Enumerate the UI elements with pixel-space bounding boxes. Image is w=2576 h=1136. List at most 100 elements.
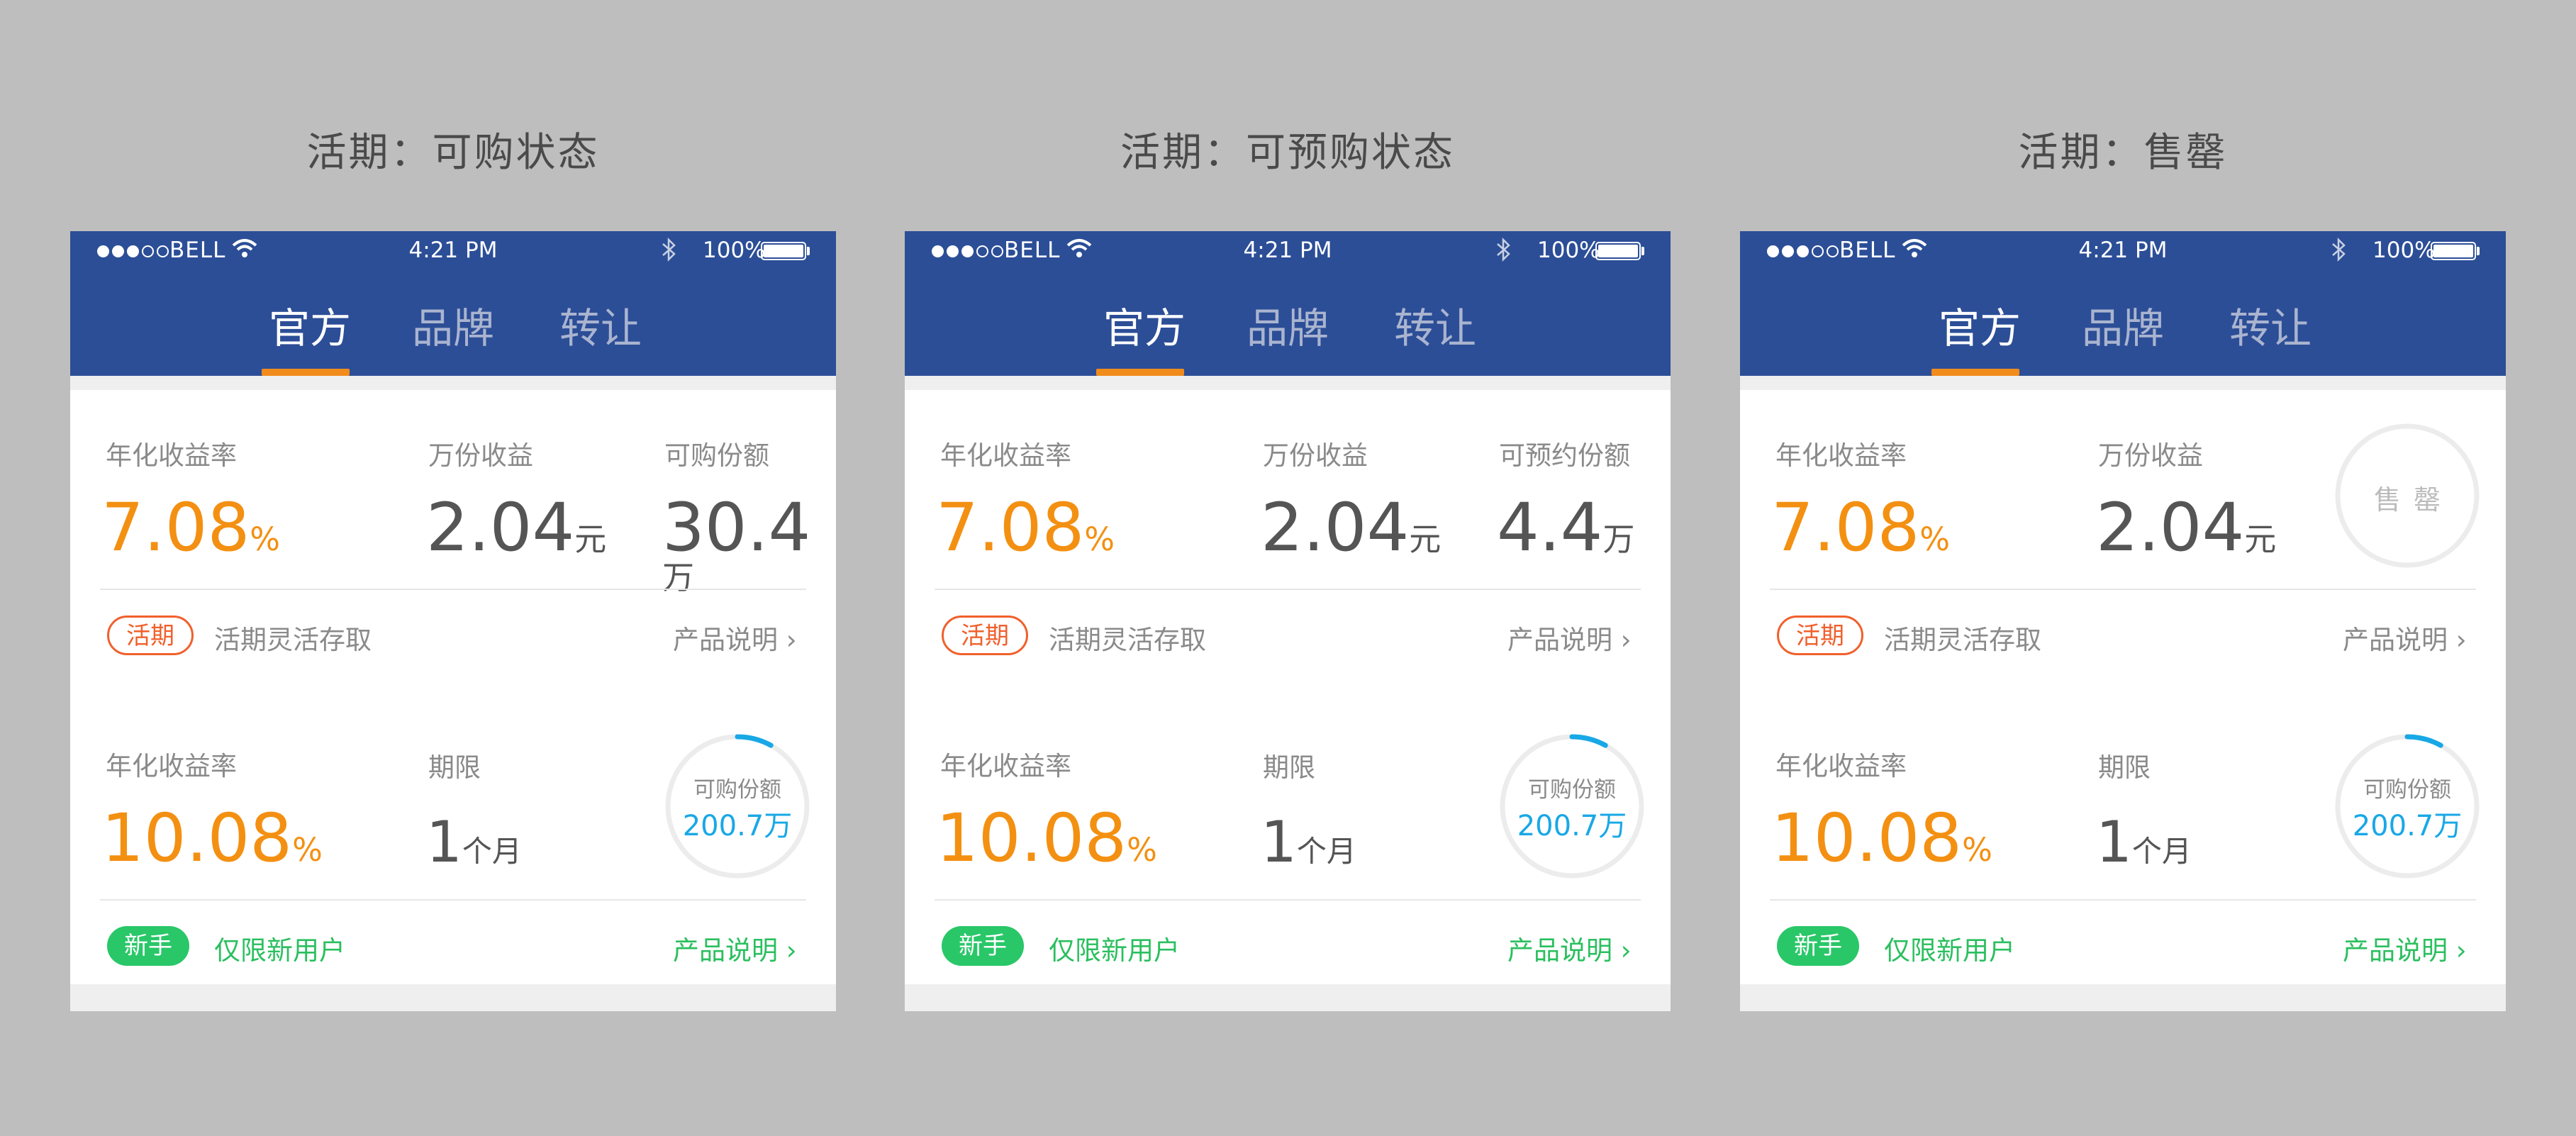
quota-label: 可购份额: [664, 440, 769, 471]
income-label: 万份收益: [1263, 440, 1368, 471]
tab-official[interactable]: 官方: [1939, 295, 2021, 355]
rate-value: 10.08%: [1771, 800, 1992, 877]
income-label: 万份收益: [428, 440, 533, 471]
rate-value: 7.08%: [101, 489, 281, 567]
active-tab-indicator: [1096, 369, 1184, 376]
tag-current: 活期: [942, 616, 1028, 655]
product-card-current[interactable]: 年化收益率 7.08% 万份收益 2.04元 可预约份额 4.4万 活期 活期灵…: [905, 390, 1671, 703]
tab-transfer[interactable]: 转让: [1394, 295, 1476, 355]
card-divider: [100, 899, 806, 901]
product-info-link[interactable]: 产品说明 ›: [1507, 929, 1632, 967]
rate-label: 年化收益率: [1775, 440, 1907, 471]
chevron-right-icon: ›: [786, 935, 797, 966]
rate-label: 年化收益率: [106, 440, 237, 471]
quota-label: 可预约份额: [1499, 440, 1630, 471]
product-info-link[interactable]: 产品说明 ›: [673, 618, 797, 657]
status-bar: BELL 4:21 PM 100%: [70, 231, 836, 271]
phone-screen: BELL 4:21 PM 100% 官方 品牌 转让 年化收益率 7.08% 万…: [1740, 231, 2506, 1011]
rate-value: 7.08%: [936, 489, 1115, 567]
product-card-newbie[interactable]: 年化收益率 10.08% 期限 1个月 可购份额 200.7万 新手 仅限新用户…: [70, 702, 836, 984]
product-card-newbie[interactable]: 年化收益率 10.08% 期限 1个月 可购份额 200.7万 新手 仅限新用户…: [905, 702, 1671, 984]
active-tab-indicator: [1931, 369, 2019, 376]
app-header: BELL 4:21 PM 100% 官方 品牌 转让: [70, 231, 836, 376]
term-label: 期限: [2098, 752, 2151, 783]
battery-percent: 100%: [703, 238, 766, 263]
chevron-right-icon: ›: [1620, 935, 1632, 966]
rate-label: 年化收益率: [1775, 751, 1907, 781]
ring-value: 200.7万: [1517, 810, 1627, 842]
quota-value: 30.4万: [662, 489, 811, 596]
tag-description: 仅限新用户: [1884, 935, 2015, 966]
income-value: 2.04元: [1261, 489, 1442, 567]
product-info-link[interactable]: 产品说明 ›: [2343, 929, 2467, 967]
ring-value: 200.7万: [2352, 810, 2463, 842]
tab-transfer[interactable]: 转让: [559, 295, 642, 355]
card-divider: [1770, 899, 2476, 901]
product-info-link[interactable]: 产品说明 ›: [1507, 618, 1632, 657]
tab-official[interactable]: 官方: [1103, 295, 1186, 355]
product-info-link[interactable]: 产品说明 ›: [673, 929, 797, 967]
phone-screen: BELL 4:21 PM 100% 官方 品牌 转让 年化收益率 7.08% 万…: [905, 231, 1671, 1011]
status-bar: BELL 4:21 PM 100%: [905, 231, 1671, 271]
card-divider: [1770, 589, 2476, 590]
product-info-link[interactable]: 产品说明 ›: [2343, 618, 2467, 657]
tag-current: 活期: [1777, 616, 1863, 655]
card-divider: [100, 589, 806, 590]
rate-label: 年化收益率: [940, 440, 1071, 471]
bluetooth-icon: [1497, 237, 1510, 262]
term-value: 1个月: [1261, 809, 1356, 875]
term-label: 期限: [1263, 752, 1315, 783]
ring-label: 可购份额: [2363, 777, 2451, 803]
tag-newbie: 新手: [1777, 926, 1859, 966]
rate-label: 年化收益率: [940, 751, 1071, 781]
product-card-newbie[interactable]: 年化收益率 10.08% 期限 1个月 可购份额 200.7万 新手 仅限新用户…: [1740, 702, 2506, 984]
bluetooth-icon: [2332, 237, 2346, 262]
ring-label: 可购份额: [1528, 777, 1616, 803]
chevron-right-icon: ›: [786, 625, 797, 655]
bluetooth-icon: [662, 237, 676, 262]
quota-progress-ring: 可购份额 200.7万: [663, 732, 812, 881]
soldout-text: 售罄: [2373, 484, 2453, 516]
chevron-right-icon: ›: [1620, 625, 1632, 655]
battery-icon: [2431, 242, 2476, 260]
ring-value: 200.7万: [682, 810, 793, 842]
tag-description: 仅限新用户: [1049, 935, 1180, 966]
tab-brand[interactable]: 品牌: [2082, 295, 2164, 355]
tab-bar: 官方 品牌 转让: [905, 295, 1671, 359]
tag-description: 活期灵活存取: [1884, 625, 2041, 655]
tab-official[interactable]: 官方: [269, 295, 351, 355]
app-header: BELL 4:21 PM 100% 官方 品牌 转让: [905, 231, 1671, 376]
term-value: 1个月: [426, 809, 522, 875]
panel-title: 活期：售罄: [2018, 130, 2228, 176]
app-header: BELL 4:21 PM 100% 官方 品牌 转让: [1740, 231, 2506, 376]
battery-icon: [1595, 242, 1641, 260]
tab-brand[interactable]: 品牌: [1247, 295, 1329, 355]
tab-brand[interactable]: 品牌: [412, 295, 494, 355]
card-divider: [935, 589, 1641, 590]
ring-label: 可购份额: [693, 777, 781, 803]
income-label: 万份收益: [2098, 440, 2203, 471]
product-card-current[interactable]: 年化收益率 7.08% 万份收益 2.04元 售罄 活期 活期灵活存取 产品说明…: [1740, 390, 2506, 703]
income-value: 2.04元: [2096, 489, 2277, 567]
chevron-right-icon: ›: [2455, 935, 2467, 966]
income-value: 2.04元: [426, 489, 607, 567]
active-tab-indicator: [262, 369, 350, 376]
product-card-current[interactable]: 年化收益率 7.08% 万份收益 2.04元 可购份额 30.4万 活期 活期灵…: [70, 390, 836, 703]
tab-bar: 官方 品牌 转让: [1740, 295, 2506, 359]
tag-description: 活期灵活存取: [1049, 625, 1206, 655]
tag-current: 活期: [107, 616, 194, 655]
tag-description: 仅限新用户: [214, 935, 345, 966]
term-value: 1个月: [2096, 809, 2192, 875]
tag-newbie: 新手: [942, 926, 1024, 966]
panel-title: 活期：可预购状态: [1120, 130, 1455, 176]
soldout-stamp: 售罄: [2333, 421, 2482, 570]
battery-icon: [761, 242, 806, 260]
chevron-right-icon: ›: [2455, 625, 2467, 655]
card-divider: [935, 899, 1641, 901]
tag-newbie: 新手: [107, 926, 189, 966]
tab-transfer[interactable]: 转让: [2229, 295, 2312, 355]
status-bar: BELL 4:21 PM 100%: [1740, 231, 2506, 271]
battery-percent: 100%: [2373, 238, 2436, 263]
phone-screen: BELL 4:21 PM 100% 官方 品牌 转让 年化收益率 7.08% 万…: [70, 231, 836, 1011]
panel-title: 活期：可购状态: [306, 130, 600, 176]
